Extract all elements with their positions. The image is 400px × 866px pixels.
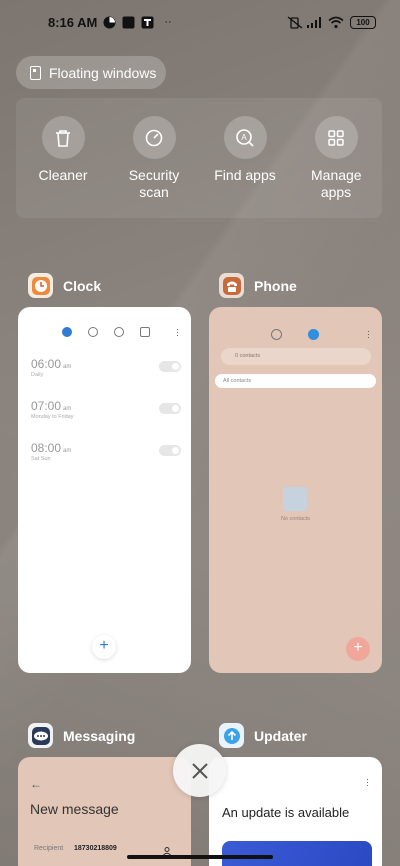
clock-app-name: Clock [63,277,102,294]
world-clock-tab-icon[interactable] [88,327,98,337]
floating-window-icon [30,65,41,80]
notification-square-icon [122,16,135,29]
clock-app-card[interactable]: · · · 06:00 am Daily 07:00 am Monday to Frid… [18,307,191,673]
clock-app-icon [28,273,53,298]
alarm-item[interactable]: 08:00 am Sat Sun [31,441,181,462]
clock-tabs [62,327,150,337]
empty-contacts-text: No contacts [280,516,311,522]
timer-tab-icon[interactable] [140,327,150,337]
phone-app-name: Phone [254,277,297,294]
update-available-title: An update is available [222,805,350,820]
recipient-number: 18730218809 [74,845,117,852]
close-icon [191,762,208,779]
find-apps-icon: A [223,116,267,159]
quick-tools-panel: Cleaner Security scan A Find apps Manage… [16,98,382,218]
alarm-time: 08:00 [31,441,62,455]
phone-app-icon [219,273,244,298]
alarm-time: 06:00 [31,357,62,371]
svg-text:A: A [241,133,247,142]
updater-app-name: Updater [254,727,307,744]
floating-windows-label: Floating windows [49,64,157,81]
trash-icon [41,116,85,159]
find-apps-button[interactable]: A Find apps [200,116,290,184]
signal-icon [306,16,322,29]
recipient-label: Recipient [34,845,64,852]
call-log-tab-icon[interactable] [271,329,282,340]
clock-app-header: Clock [28,273,101,298]
cleaner-label: Cleaner [38,167,88,183]
security-scan-icon [132,116,176,159]
battery-indicator: 100 [350,15,376,29]
more-options-icon[interactable]: · · · [366,775,369,790]
wifi-icon [328,16,344,29]
alarm-repeat: Monday to Friday [31,414,74,420]
contacts-search-input[interactable]: 0 contacts [221,348,371,365]
manage-apps-button[interactable]: Manage apps [291,116,381,201]
vibrate-mute-icon [287,15,303,29]
alarm-toggle[interactable] [159,403,181,414]
contact-placeholder-icon [283,487,307,511]
add-alarm-button[interactable]: + [92,635,116,659]
security-scan-label: Security scan [128,167,180,200]
alarm-ampm: am [63,448,72,454]
floating-windows-button[interactable]: Floating windows [16,56,166,89]
alarm-item[interactable]: 07:00 am Monday to Friday [31,399,181,420]
find-apps-label: Find apps [214,167,276,183]
alarm-repeat: Sat Sun [31,456,51,462]
updater-app-icon [219,723,244,748]
stopwatch-tab-icon[interactable] [114,327,124,337]
back-arrow-icon[interactable]: ← [30,777,42,791]
notification-app-icon [103,16,116,29]
messaging-app-name: Messaging [63,727,136,744]
alarm-time: 07:00 [31,399,62,413]
contacts-filter-dropdown[interactable]: All contacts [215,374,376,388]
alarm-toggle[interactable] [159,445,181,456]
more-options-icon[interactable]: · · · [176,325,179,340]
alarm-tab-icon[interactable] [62,327,72,337]
alarm-ampm: am [63,364,72,370]
status-bar: 8:16 AM ·· 100 [0,0,400,44]
alarm-item[interactable]: 06:00 am Daily [31,357,181,378]
new-message-title: New message [30,801,119,817]
cleaner-button[interactable]: Cleaner [18,116,108,184]
updater-app-header: Updater [219,723,307,748]
messaging-app-card[interactable]: ← New message Recipient 18730218809 [18,757,191,866]
messaging-app-icon [28,723,53,748]
grid-icon [314,116,358,159]
clear-all-button[interactable] [173,744,226,797]
security-scan-button[interactable]: Security scan [109,116,199,201]
add-contact-button[interactable]: + [346,637,370,661]
manage-apps-label: Manage apps [311,167,362,200]
alarm-toggle[interactable] [159,361,181,372]
more-options-icon[interactable]: · · · [367,327,370,342]
phone-app-card[interactable]: · · · 0 contacts All contacts No contacts … [209,307,382,673]
notification-tile-icon [141,16,154,29]
contacts-tab-icon[interactable] [308,329,319,340]
alarm-ampm: am [63,406,72,412]
phone-tabs [271,329,319,340]
updater-app-card[interactable]: · · · An update is available [209,757,382,866]
messaging-app-header: Messaging [28,723,135,748]
update-banner-image [222,841,372,866]
status-time: 8:16 AM [48,14,98,30]
home-gesture-bar[interactable] [127,855,273,859]
phone-app-header: Phone [219,273,297,298]
alarm-repeat: Daily [31,372,44,378]
more-notifications-icon: ·· [164,16,172,28]
